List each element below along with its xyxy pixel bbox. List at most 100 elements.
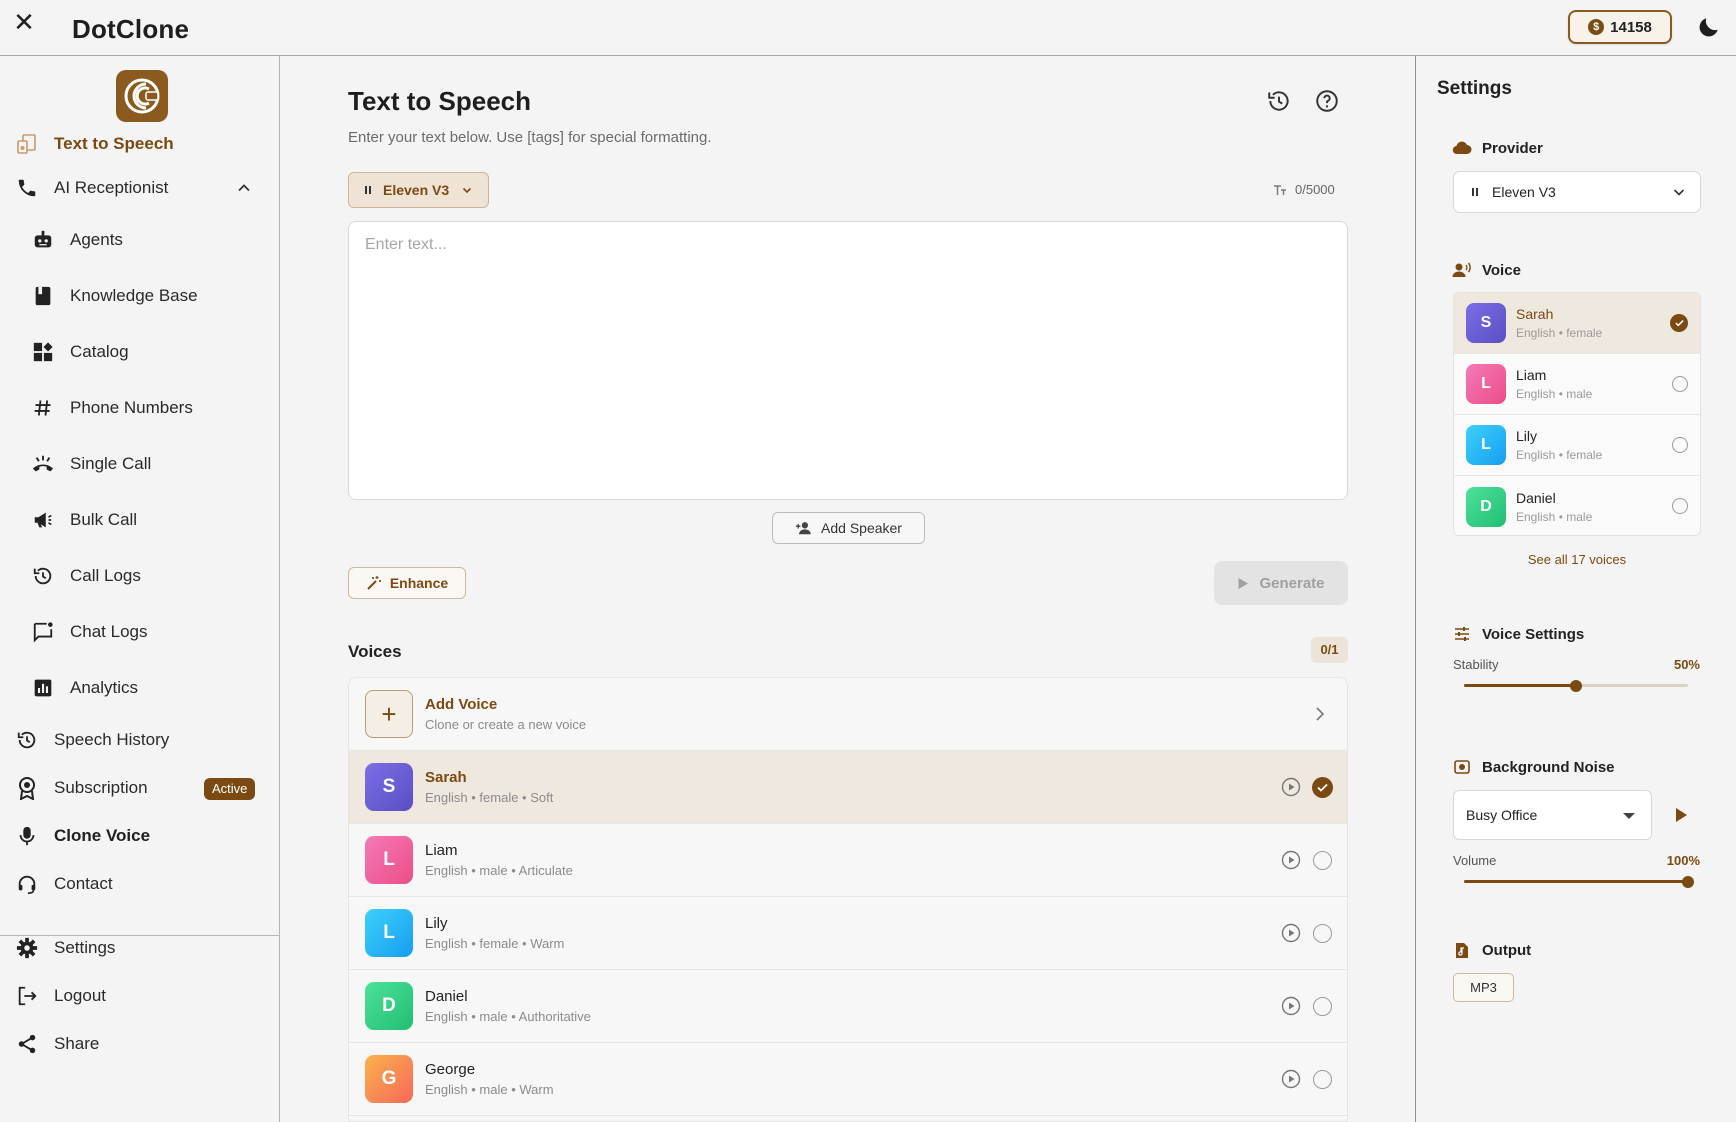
radio-button[interactable] (1672, 437, 1688, 453)
output-heading: Output (1452, 940, 1531, 960)
add-speaker-button[interactable]: Add Speaker (772, 512, 925, 544)
sidebar-item-label: Bulk Call (70, 510, 138, 529)
provider-select[interactable]: Eleven V3 (1453, 171, 1701, 213)
radio-button[interactable] (1313, 851, 1332, 870)
voice-row-lily[interactable]: L Lily English • female • Warm (349, 897, 1347, 970)
check-icon[interactable] (1312, 777, 1333, 798)
char-count: 0/5000 (1273, 182, 1335, 197)
sidebar-item-ai-receptionist[interactable]: AI Receptionist (0, 168, 280, 208)
sidebar-item-agents[interactable]: Agents (0, 220, 280, 260)
sidebar-item-single-call[interactable]: Single Call (0, 444, 280, 484)
sidebar-item-chat-logs[interactable]: Chat Logs (0, 612, 280, 652)
voice-row-liam[interactable]: L Liam English • male • Articulate (349, 824, 1347, 897)
check-icon[interactable] (1670, 314, 1688, 332)
magic-wand-icon (367, 576, 381, 590)
sidebar-item-subscription[interactable]: Subscription Active (0, 768, 280, 808)
avatar: D (365, 982, 413, 1030)
sidebar-item-catalog[interactable]: Catalog (0, 332, 280, 372)
sidebar-item-contact[interactable]: Contact (0, 864, 280, 904)
noise-icon (1452, 757, 1472, 777)
sidebar-item-label: Subscription (54, 778, 148, 797)
call-ringing-icon (30, 451, 56, 477)
app-title: DotClone (72, 14, 190, 44)
sidebar-item-bulk-call[interactable]: Bulk Call (0, 500, 280, 540)
sidebar-item-call-logs[interactable]: Call Logs (0, 556, 280, 596)
stability-slider[interactable] (1464, 678, 1688, 694)
play-preview-icon[interactable] (1281, 996, 1301, 1016)
chevron-up-icon[interactable] (236, 180, 252, 196)
tune-icon (1452, 624, 1472, 644)
background-noise-select[interactable]: Busy Office (1453, 790, 1652, 840)
help-icon[interactable] (1314, 88, 1340, 114)
chevron-down-icon (1673, 189, 1685, 196)
play-preview-icon[interactable] (1281, 777, 1301, 797)
voice-settings-heading: Voice Settings (1452, 624, 1584, 644)
voice-name: George (425, 1061, 476, 1078)
settings-voice-liam[interactable]: L Liam English • male (1454, 354, 1700, 415)
play-preview-icon[interactable] (1281, 850, 1301, 870)
voice-desc: English • female • Warm (425, 936, 565, 951)
sidebar-item-settings[interactable]: Settings (0, 928, 280, 968)
chevron-right-icon (1316, 707, 1325, 721)
cloud-icon (1452, 138, 1472, 158)
add-voice-row[interactable]: + Add Voice Clone or create a new voice (349, 678, 1347, 751)
settings-voice-sarah[interactable]: S Sarah English • female (1454, 293, 1700, 354)
sidebar-item-label: Catalog (70, 342, 129, 361)
voice-name: Sarah (1516, 306, 1554, 322)
history-icon[interactable] (1266, 88, 1292, 114)
mic-icon (14, 823, 40, 849)
radio-button[interactable] (1313, 924, 1332, 943)
radio-button[interactable] (1313, 997, 1332, 1016)
voice-name: Lily (425, 915, 448, 932)
share-icon (14, 1031, 40, 1057)
sidebar-item-knowledge-base[interactable]: Knowledge Base (0, 276, 280, 316)
output-format-chip[interactable]: MP3 (1453, 973, 1514, 1002)
voice-row-george[interactable]: G George English • male • Warm (349, 1043, 1347, 1116)
see-all-voices-link[interactable]: See all 17 voices (1453, 552, 1701, 567)
history-icon (30, 563, 56, 589)
logo-mark-icon (124, 78, 160, 114)
voice-row-daniel[interactable]: D Daniel English • male • Authoritative (349, 970, 1347, 1043)
sidebar-item-clone-voice[interactable]: Clone Voice (0, 816, 280, 856)
settings-voice-lily[interactable]: L Lily English • female (1454, 415, 1700, 476)
radio-button[interactable] (1313, 1070, 1332, 1089)
sidebar-item-label: Contact (54, 874, 113, 893)
dark-mode-icon[interactable] (1696, 14, 1722, 40)
voice-row-sarah[interactable]: S Sarah English • female • Soft (349, 751, 1347, 824)
slider-thumb[interactable] (1682, 876, 1694, 888)
enhance-button[interactable]: Enhance (348, 567, 466, 599)
sidebar-item-label: Phone Numbers (70, 398, 193, 417)
voice-name: Daniel (1516, 489, 1556, 506)
play-icon (1238, 577, 1249, 589)
sidebar-item-label: AI Receptionist (54, 178, 169, 197)
app-logo[interactable] (116, 70, 168, 122)
sidebar-item-analytics[interactable]: Analytics (0, 668, 280, 708)
credits-badge[interactable]: $ 14158 (1568, 10, 1672, 44)
audio-bars-icon (365, 186, 371, 194)
volume-slider[interactable] (1464, 874, 1694, 890)
text-input[interactable] (348, 221, 1348, 500)
slider-thumb[interactable] (1570, 680, 1582, 692)
book-icon (30, 283, 56, 309)
avatar: L (1466, 425, 1506, 465)
play-preview-icon[interactable] (1281, 923, 1301, 943)
sidebar-item-phone-numbers[interactable]: Phone Numbers (0, 388, 280, 428)
settings-voice-daniel[interactable]: D Daniel English • male (1454, 476, 1700, 535)
page-title: Text to Speech (348, 86, 532, 116)
play-icon[interactable] (1668, 802, 1694, 828)
sidebar-item-speech-history[interactable]: Speech History (0, 720, 280, 760)
provider-heading: Provider (1452, 138, 1543, 158)
generate-button[interactable]: Generate (1214, 561, 1348, 605)
settings-panel: Settings Provider Eleven V3 Voice S Sara… (1415, 56, 1736, 1122)
play-preview-icon[interactable] (1281, 1069, 1301, 1089)
radio-button[interactable] (1672, 376, 1688, 392)
sidebar-item-share[interactable]: Share (0, 1024, 280, 1064)
voice-desc: English • female (1516, 448, 1603, 462)
close-icon[interactable]: ✕ (10, 9, 38, 37)
radio-button[interactable] (1672, 498, 1688, 514)
model-selector[interactable]: Eleven V3 (348, 172, 489, 208)
voice-name: Daniel (425, 988, 468, 1005)
sidebar-item-text-to-speech[interactable]: Text to Speech (0, 124, 280, 164)
sidebar-item-logout[interactable]: Logout (0, 976, 280, 1016)
chevron-down-icon (463, 187, 472, 194)
